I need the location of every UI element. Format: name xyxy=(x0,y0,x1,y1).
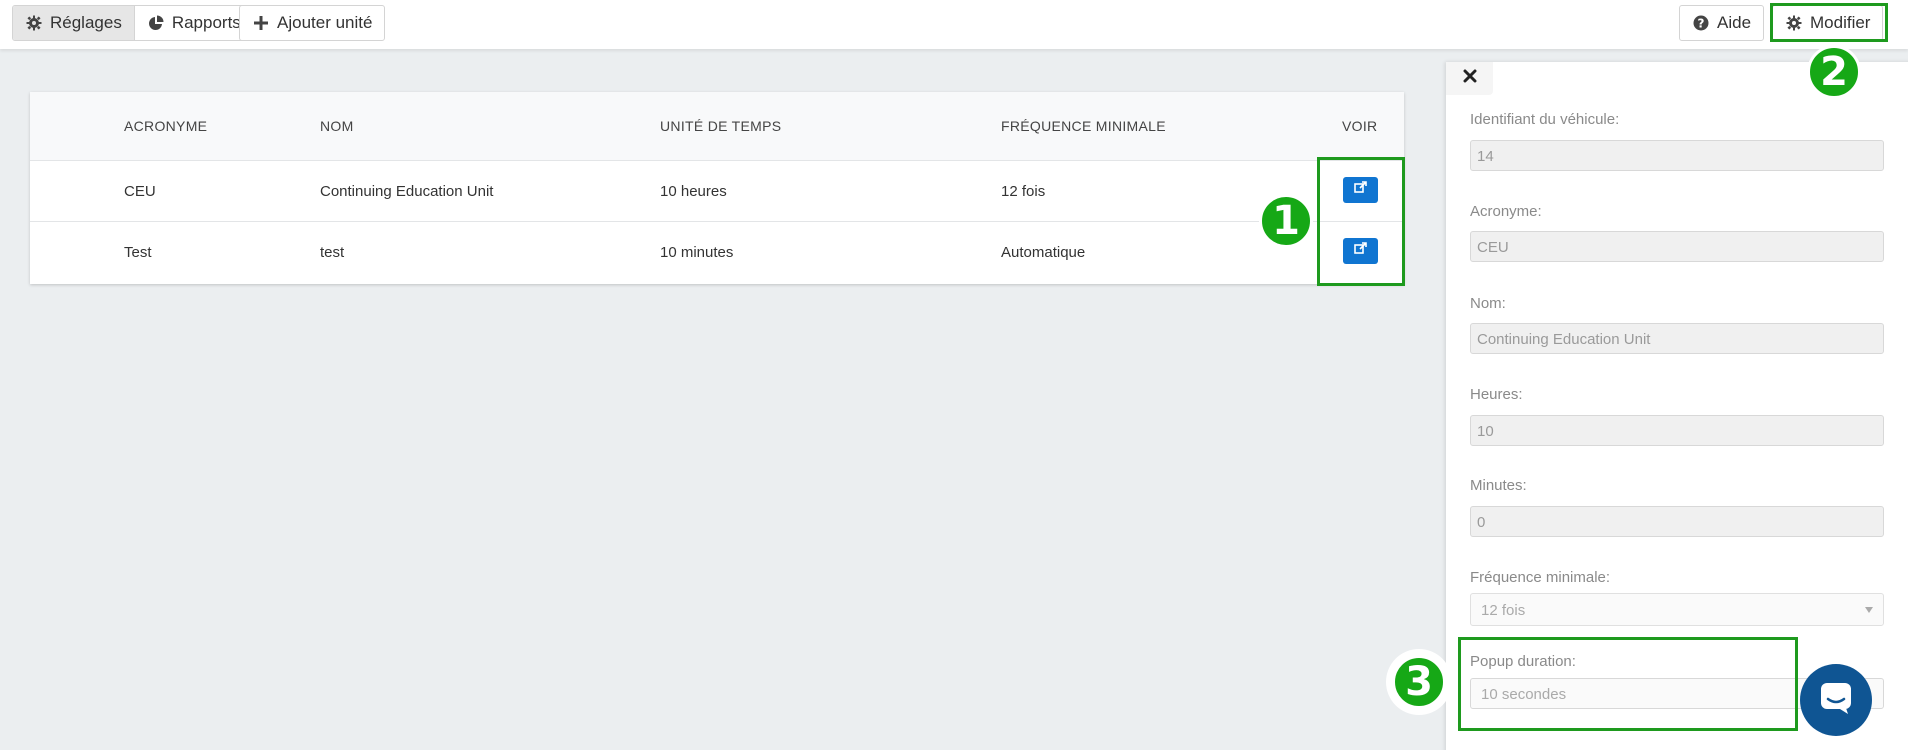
column-header-name[interactable]: NOM xyxy=(320,118,354,134)
help-label: Aide xyxy=(1717,13,1752,32)
vehicle-id-label: Identifiant du véhicule: xyxy=(1470,111,1620,128)
min-frequency-value: 12 fois xyxy=(1481,602,1526,619)
nav-button-group: Réglages Rapports xyxy=(12,5,254,41)
reports-label: Rapports xyxy=(171,13,241,32)
highlight-view-buttons xyxy=(1317,157,1405,286)
annotation-badge-3: 3 xyxy=(1392,655,1446,709)
minutes-label: Minutes: xyxy=(1470,477,1527,494)
cell-time-unit: 10 minutes xyxy=(660,244,734,261)
table-row: CEU Continuing Education Unit 10 heures … xyxy=(30,161,1404,222)
name-field[interactable]: Continuing Education Unit xyxy=(1470,323,1884,354)
close-panel-button[interactable] xyxy=(1446,62,1493,95)
column-header-min-frequency[interactable]: FRÉQUENCE MINIMALE xyxy=(1001,118,1166,134)
chat-icon xyxy=(1818,680,1854,721)
column-header-acronym[interactable]: ACRONYME xyxy=(124,118,207,134)
annotation-badge-2: 2 xyxy=(1807,45,1861,99)
acronym-label: Acronyme: xyxy=(1470,203,1542,220)
min-frequency-label: Fréquence minimale: xyxy=(1470,569,1611,586)
top-toolbar: Réglages Rapports Ajouter unité ? Aide M… xyxy=(0,0,1908,49)
highlight-popup-duration xyxy=(1458,637,1798,731)
cell-time-unit: 10 heures xyxy=(660,183,727,200)
chat-launcher-button[interactable] xyxy=(1800,664,1872,736)
plus-icon xyxy=(252,14,270,32)
column-header-view: VOIR xyxy=(1342,118,1378,134)
cell-name: Continuing Education Unit xyxy=(320,183,494,200)
svg-text:?: ? xyxy=(1698,17,1705,31)
units-table: ACRONYME NOM UNITÉ DE TEMPS FRÉQUENCE MI… xyxy=(30,92,1404,284)
add-unit-label: Ajouter unité xyxy=(277,13,373,32)
cell-acronym: Test xyxy=(124,244,152,261)
minutes-field[interactable]: 0 xyxy=(1470,506,1884,537)
help-button[interactable]: ? Aide xyxy=(1679,5,1765,41)
pie-chart-icon xyxy=(147,14,165,32)
add-unit-button[interactable]: Ajouter unité xyxy=(239,5,386,41)
acronym-field[interactable]: CEU xyxy=(1470,231,1884,262)
cell-acronym: CEU xyxy=(124,183,156,200)
table-header: ACRONYME NOM UNITÉ DE TEMPS FRÉQUENCE MI… xyxy=(30,92,1404,161)
cell-min-frequency: Automatique xyxy=(1001,244,1086,261)
settings-label: Réglages xyxy=(50,13,122,32)
vehicle-id-field[interactable]: 14 xyxy=(1470,140,1884,171)
chevron-down-icon xyxy=(1865,607,1873,613)
gear-icon xyxy=(25,14,43,32)
cell-min-frequency: 12 fois xyxy=(1001,183,1046,200)
hours-label: Heures: xyxy=(1470,386,1523,403)
close-icon xyxy=(1463,69,1477,88)
column-header-time-unit[interactable]: UNITÉ DE TEMPS xyxy=(660,118,781,134)
cell-name: test xyxy=(320,244,345,261)
min-frequency-select[interactable]: 12 fois xyxy=(1470,593,1884,626)
hours-field[interactable]: 10 xyxy=(1470,415,1884,446)
highlight-edit-button xyxy=(1770,3,1888,42)
reports-button[interactable]: Rapports xyxy=(133,6,253,40)
question-circle-icon: ? xyxy=(1692,14,1710,32)
name-label: Nom: xyxy=(1470,295,1506,312)
table-row: Test test 10 minutes Automatique xyxy=(30,222,1404,283)
annotation-badge-1: 1 xyxy=(1259,194,1313,248)
settings-button[interactable]: Réglages xyxy=(13,6,134,40)
